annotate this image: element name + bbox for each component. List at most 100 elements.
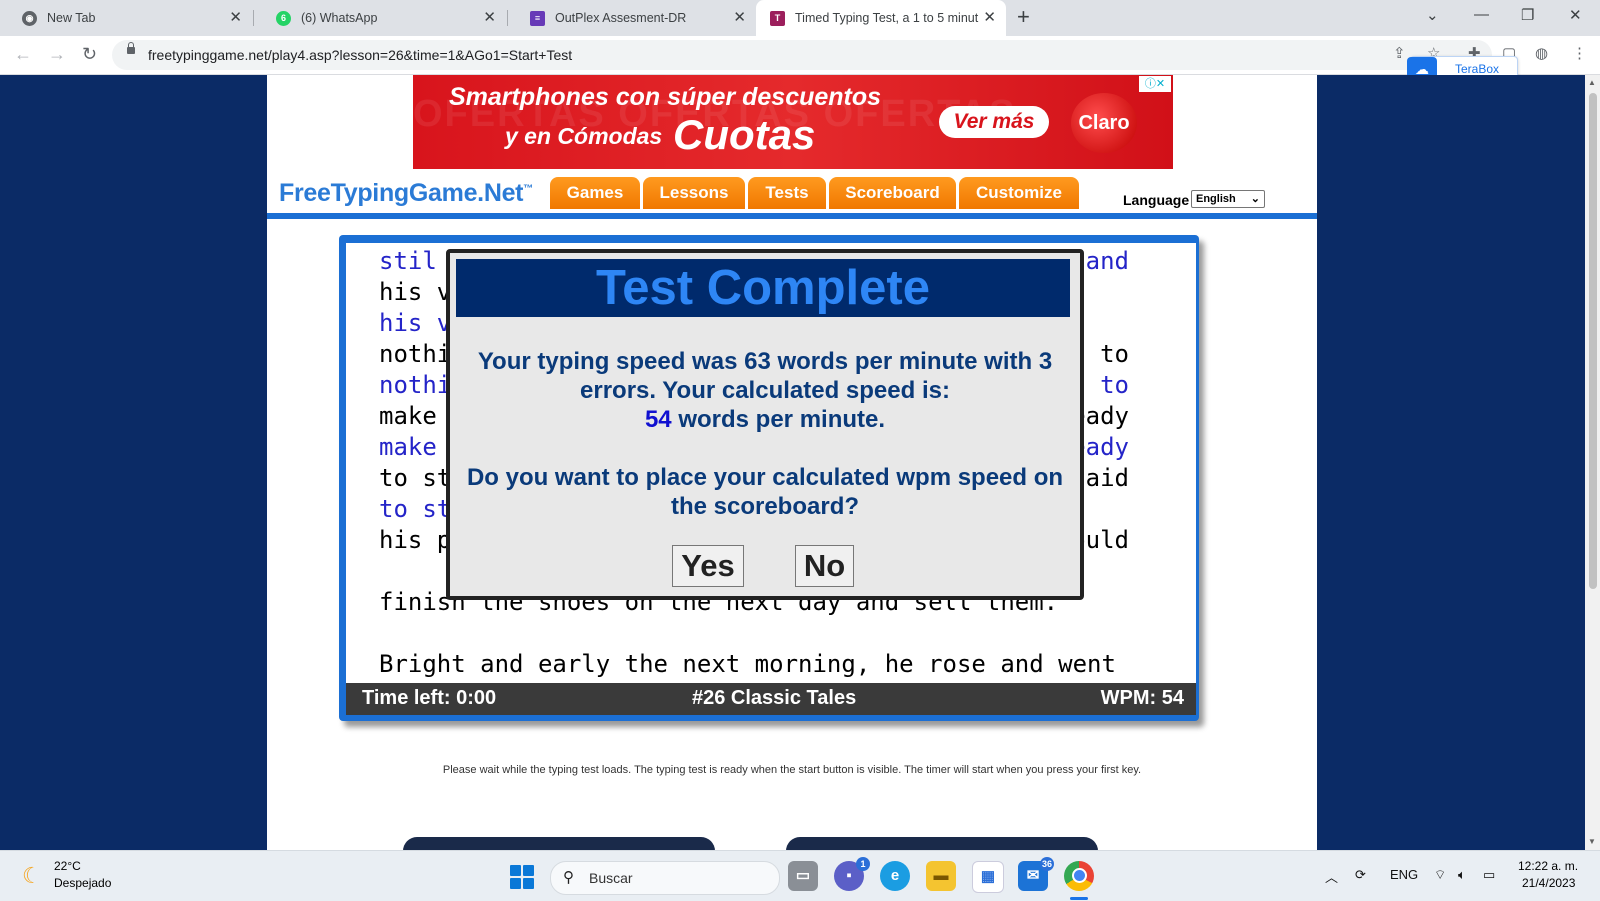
result-message: Your typing speed was 63 words per minut… bbox=[456, 347, 1074, 434]
weather-description[interactable]: Despejado bbox=[54, 876, 111, 890]
site-logo[interactable]: FreeTypingGame.Net™ bbox=[279, 179, 533, 208]
scoreboard-question: Do you want to place your calculated wpm… bbox=[466, 464, 1064, 520]
site-content: OFERTAS OFERTAS OFERTAS Smartphones con … bbox=[267, 75, 1317, 857]
dialog-title: Test Complete bbox=[456, 259, 1070, 317]
back-icon[interactable]: ← bbox=[14, 44, 32, 65]
tab-title: New Tab bbox=[47, 11, 96, 25]
windows-start-icon[interactable] bbox=[510, 865, 534, 889]
close-icon[interactable]: ✕ bbox=[483, 10, 496, 26]
profile-avatar-icon[interactable]: ◍ bbox=[1535, 44, 1548, 62]
reference-line: Bright and early the next morning, he ro… bbox=[379, 650, 1116, 678]
mail-icon[interactable]: ✉ 36 bbox=[1018, 857, 1054, 891]
nav-tab-customize[interactable]: Customize bbox=[959, 177, 1079, 209]
tab-title: (6) WhatsApp bbox=[301, 11, 378, 25]
tab-new-tab[interactable]: ◉ New Tab ✕ bbox=[0, 0, 252, 36]
chrome-icon: ◉ bbox=[22, 10, 37, 26]
scroll-down-arrow-icon[interactable]: ▼ bbox=[1588, 837, 1596, 846]
show-hidden-icons-chevron-icon[interactable]: ︿ bbox=[1325, 867, 1338, 886]
msg-text: words per minute with bbox=[777, 348, 1033, 375]
close-icon[interactable]: ✕ bbox=[983, 10, 996, 26]
typed-line: stil bbox=[379, 247, 437, 275]
language-value: English bbox=[1196, 193, 1236, 205]
tab-search-icon[interactable]: ⌄ bbox=[1426, 6, 1439, 24]
reference-line: to st bbox=[379, 464, 452, 492]
typed-line: nothi bbox=[379, 371, 452, 399]
wpm-readout: WPM: 54 bbox=[1100, 687, 1184, 709]
close-icon[interactable]: ✕ bbox=[733, 10, 746, 26]
clock-time[interactable]: 12:22 a. m. bbox=[1518, 859, 1578, 873]
minimize-icon[interactable]: — bbox=[1474, 6, 1489, 23]
reference-line: make bbox=[379, 402, 437, 430]
reference-line: his v bbox=[379, 278, 452, 306]
browser-tab-strip: ◉ New Tab ✕ 6 (6) WhatsApp ✕ ≡ OutPlex A… bbox=[0, 0, 1600, 36]
reload-icon[interactable]: ↻ bbox=[82, 44, 97, 65]
time-left: Time left: 0:00 bbox=[362, 687, 497, 709]
battery-icon[interactable]: ▭ bbox=[1483, 867, 1495, 883]
nav-tab-games[interactable]: Games bbox=[550, 177, 640, 209]
typed-line: his v bbox=[379, 309, 452, 337]
restore-icon[interactable]: ❐ bbox=[1521, 6, 1534, 24]
test-complete-dialog: Test Complete Your typing speed was 63 w… bbox=[446, 249, 1084, 600]
tab-whatsapp[interactable]: 6 (6) WhatsApp ✕ bbox=[254, 0, 506, 36]
tab-outplex[interactable]: ≡ OutPlex Assesment-DR ✕ bbox=[508, 0, 756, 36]
new-tab-button[interactable]: + bbox=[1017, 6, 1030, 28]
weather-temperature[interactable]: 22°C bbox=[54, 859, 81, 873]
forward-icon[interactable]: → bbox=[48, 44, 66, 65]
moon-weather-icon[interactable]: ☾ bbox=[22, 863, 42, 889]
teams-badge: 1 bbox=[856, 857, 870, 871]
nav-tab-tests[interactable]: Tests bbox=[748, 177, 826, 209]
taskbar-search[interactable]: ⚲ Buscar bbox=[550, 861, 780, 895]
file-explorer-icon[interactable]: ▬ bbox=[926, 861, 956, 891]
reference-line: nothi bbox=[379, 340, 452, 368]
chrome-taskbar-icon[interactable] bbox=[1064, 861, 1094, 891]
error-count: 3 bbox=[1038, 348, 1053, 375]
test-status-bar: Time left: 0:00 #26 Classic Tales WPM: 5… bbox=[346, 683, 1196, 715]
logo-text: FreeTypingGame.Net bbox=[279, 179, 524, 207]
address-bar[interactable]: freetypinggame.net/play4.asp?lesson=26&t… bbox=[112, 40, 1492, 70]
ad-headline: Smartphones con súper descuentos bbox=[449, 83, 882, 111]
msg-text: Your typing speed was bbox=[477, 348, 738, 375]
scrollbar-thumb[interactable] bbox=[1589, 93, 1597, 589]
share-icon[interactable]: ⇪ bbox=[1393, 44, 1406, 62]
clock-date[interactable]: 21/4/2023 bbox=[1522, 876, 1575, 890]
volume-icon[interactable]: 🔈︎ bbox=[1458, 867, 1466, 883]
typed-line-tail: and bbox=[1085, 247, 1129, 275]
trademark-mark: ™ bbox=[523, 183, 533, 195]
tab-title: OutPlex Assesment-DR bbox=[555, 11, 687, 25]
task-view-icon[interactable]: ▭ bbox=[788, 861, 818, 891]
url-text[interactable]: freetypinggame.net/play4.asp?lesson=26&t… bbox=[148, 47, 572, 63]
forms-icon: ≡ bbox=[530, 10, 545, 26]
nav-tab-lessons[interactable]: Lessons bbox=[643, 177, 745, 209]
site-header: FreeTypingGame.Net™ Games Lessons Tests … bbox=[267, 169, 1317, 217]
edge-browser-icon[interactable]: e bbox=[880, 861, 910, 891]
microsoft-store-icon[interactable]: ▦ bbox=[972, 861, 1004, 893]
no-button[interactable]: No bbox=[795, 545, 854, 587]
chevron-down-icon: ⌄ bbox=[1250, 193, 1260, 205]
advertisement-banner[interactable]: OFERTAS OFERTAS OFERTAS Smartphones con … bbox=[413, 75, 1173, 169]
tab-typing-test[interactable]: T Timed Typing Test, a 1 to 5 minut ✕ bbox=[756, 0, 1006, 36]
tab-title: Timed Typing Test, a 1 to 5 minut bbox=[795, 11, 979, 25]
close-icon[interactable]: ✕ bbox=[229, 10, 242, 26]
typed-line: make bbox=[379, 433, 437, 461]
input-language[interactable]: ENG bbox=[1390, 867, 1418, 882]
msg-text: words per minute. bbox=[678, 406, 886, 433]
teams-chat-icon[interactable]: ▪ 1 bbox=[834, 857, 870, 891]
page-scrollbar[interactable]: ▲ ▼ bbox=[1585, 75, 1600, 850]
scroll-up-arrow-icon[interactable]: ▲ bbox=[1588, 78, 1596, 87]
whatsapp-icon: 6 bbox=[276, 10, 291, 26]
lesson-title: #26 Classic Tales bbox=[692, 687, 857, 709]
wifi-icon[interactable]: ⌔ bbox=[1434, 867, 1446, 883]
reference-line: his p bbox=[379, 526, 452, 554]
site-favicon-icon: T bbox=[770, 10, 785, 26]
menu-kebab-icon[interactable]: ⋮ bbox=[1572, 44, 1587, 62]
yes-button[interactable]: Yes bbox=[672, 545, 744, 587]
page-background: OFERTAS OFERTAS OFERTAS Smartphones con … bbox=[0, 75, 1585, 857]
window-close-icon[interactable]: ✕ bbox=[1569, 6, 1582, 24]
language-select[interactable]: English ⌄ bbox=[1191, 190, 1265, 208]
ad-big-word: Cuotas bbox=[673, 111, 816, 158]
nav-tab-scoreboard[interactable]: Scoreboard bbox=[829, 177, 956, 209]
ad-cta-button[interactable]: Ver más bbox=[939, 106, 1049, 138]
header-divider bbox=[267, 213, 1317, 219]
ad-close-icon[interactable]: ⓘ✕ bbox=[1139, 76, 1171, 92]
sync-icon[interactable]: ⟳ bbox=[1355, 867, 1366, 883]
